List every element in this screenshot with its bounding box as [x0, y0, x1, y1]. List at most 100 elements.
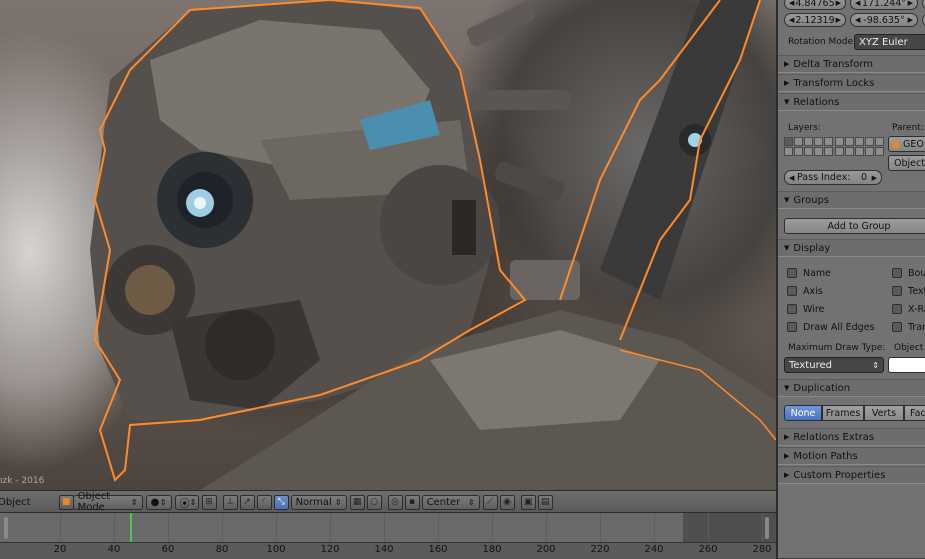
rotate-icon[interactable]: ◜ — [256, 494, 272, 510]
display-axis-label: Axis — [803, 286, 823, 297]
timeline-ruler-label: 100 — [266, 544, 286, 555]
display-xray-label: X-Ra — [908, 304, 925, 315]
collapsed-triangle-icon: ▶ — [784, 60, 790, 68]
panel-delta-transform[interactable]: ▶ Delta Transform — [778, 55, 925, 73]
display-transparency-checkbox[interactable] — [892, 322, 902, 332]
camera-icon[interactable]: ▤ — [537, 494, 553, 510]
timeline-ruler-label: 280 — [752, 544, 772, 555]
panel-custom-properties[interactable]: ▶ Custom Properties — [778, 466, 925, 484]
display-wire-checkbox[interactable] — [787, 304, 797, 314]
display-axis-checkbox[interactable] — [787, 286, 797, 296]
manipulator-toggle-icon[interactable]: ⊞ — [201, 494, 217, 510]
timeline[interactable]: 20 40 60 80 100 120 140 160 180 200 220 240 260 280 — [0, 512, 776, 559]
collapsed-triangle-icon: ▶ — [784, 452, 790, 460]
snap-target-dropdown[interactable]: Center ⇕ — [421, 494, 480, 510]
dropdown-arrow-icon: ⇕ — [130, 497, 138, 507]
panel-title: Motion Paths — [793, 450, 858, 462]
panel-transform-locks[interactable]: ▶ Transform Locks — [778, 74, 925, 92]
3d-viewport[interactable]: ızk - 2016 — [0, 0, 776, 490]
timeline-gridline — [330, 513, 331, 543]
collapsed-triangle-icon: ▶ — [784, 79, 790, 87]
render-preview-icon[interactable]: ▣ — [520, 494, 536, 510]
layer-grid-right[interactable] — [835, 137, 884, 156]
timeline-gridline — [168, 513, 169, 543]
snap-rotation-icon[interactable]: ◉ — [499, 494, 515, 510]
display-draw-all-edges-label: Draw All Edges — [803, 322, 875, 333]
timeline-gridline — [222, 513, 223, 543]
proportional-edit-icon[interactable]: ◎ — [387, 494, 403, 510]
timeline-gridline — [546, 513, 547, 543]
location-y-field[interactable]: ◀ 4.84765 ▶ — [784, 0, 846, 10]
location-z-value: 2.12319 — [795, 14, 835, 26]
translate-icon[interactable]: ↗ — [239, 494, 255, 510]
duplication-verts-button[interactable]: Verts — [864, 405, 904, 421]
transform-axis-icon[interactable]: ⟂ — [222, 494, 238, 510]
orientation-dropdown[interactable]: Normal ⇕ — [290, 494, 347, 510]
collapsed-triangle-icon: ▶ — [784, 471, 790, 479]
panel-relations[interactable]: ▼ Relations — [778, 93, 925, 111]
display-xray-checkbox[interactable] — [892, 304, 902, 314]
panel-motion-paths[interactable]: ▶ Motion Paths — [778, 447, 925, 465]
pass-index-field[interactable]: ◀ Pass Index: 0 ▶ — [784, 170, 882, 185]
duplication-none-button[interactable]: None — [784, 405, 822, 421]
parent-type-dropdown[interactable]: Object — [888, 155, 925, 171]
display-name-checkbox[interactable] — [787, 268, 797, 278]
render-watermark: ızk - 2016 — [0, 476, 45, 486]
timeline-track[interactable] — [0, 512, 776, 543]
timeline-gridline — [276, 513, 277, 543]
panel-relations-extras[interactable]: ▶ Relations Extras — [778, 428, 925, 446]
pivot-point-dropdown[interactable]: ⦿ ⇕ — [174, 494, 199, 510]
collapsed-triangle-icon: ▶ — [784, 433, 790, 441]
duplication-faces-label: Fac — [910, 407, 925, 419]
display-bounds-checkbox[interactable] — [892, 268, 902, 278]
duplication-frames-button[interactable]: Frames — [822, 405, 864, 421]
timeline-ruler-label: 240 — [644, 544, 664, 555]
timeline-gridline — [438, 513, 439, 543]
display-texture-space-checkbox[interactable] — [892, 286, 902, 296]
location-y-value: 4.84765 — [795, 0, 835, 9]
timeline-ruler-label: 180 — [482, 544, 502, 555]
panel-title: Duplication — [793, 382, 851, 394]
snap-align-icon[interactable]: ⟋ — [482, 494, 498, 510]
rotation-y-field[interactable]: ◀ 171.244° ▶ — [850, 0, 918, 10]
timeline-gridline — [600, 513, 601, 543]
expanded-triangle-icon: ▼ — [784, 384, 790, 392]
timeline-ruler-label: 220 — [590, 544, 610, 555]
panel-title: Transform Locks — [793, 77, 875, 89]
parent-field[interactable]: ■ GEO — [888, 136, 925, 152]
timeline-scrollbar-left[interactable] — [4, 517, 8, 539]
display-bounds-label: Bour — [908, 268, 925, 279]
add-to-group-button[interactable]: Add to Group — [784, 218, 925, 234]
display-draw-all-edges-checkbox[interactable] — [787, 322, 797, 332]
timeline-gridline — [384, 513, 385, 543]
cube-icon[interactable]: ■ — [58, 494, 74, 510]
rotation-mode-dropdown[interactable]: XYZ Euler — [854, 34, 925, 50]
timeline-gridline — [654, 513, 655, 543]
scale-icon[interactable]: ⤡ — [273, 494, 289, 510]
layer-grid-left[interactable] — [784, 137, 833, 156]
rotation-z-field[interactable]: ◀ -98.635° ▶ — [850, 13, 918, 27]
current-frame-cursor[interactable] — [130, 513, 133, 543]
location-z-field[interactable]: ◀ 2.12319 ▶ — [784, 13, 846, 27]
panel-display[interactable]: ▼ Display — [778, 239, 925, 257]
timeline-scrollbar-right[interactable] — [765, 517, 769, 539]
object-menu[interactable]: Object — [0, 497, 31, 508]
mode-dropdown[interactable]: Object Mode ⇕ — [72, 491, 143, 513]
duplication-verts-label: Verts — [871, 407, 897, 419]
max-draw-type-dropdown[interactable]: Textured ⇕ — [784, 357, 884, 373]
rotation-mode-label: Rotation Mode: — [788, 37, 857, 47]
timeline-gridline — [60, 513, 61, 543]
object-color-swatch[interactable] — [888, 357, 925, 373]
panel-groups[interactable]: ▼ Groups — [778, 191, 925, 209]
panel-duplication[interactable]: ▼ Duplication — [778, 379, 925, 397]
viewport-shading-dropdown[interactable]: ● ⇕ — [145, 494, 172, 510]
snap-toggle-icon[interactable]: ▪ — [404, 494, 420, 510]
display-transparency-label: Tran — [908, 322, 925, 333]
layers-label: Layers: — [788, 123, 821, 133]
duplication-none-label: None — [790, 407, 816, 419]
add-to-group-label: Add to Group — [827, 220, 891, 232]
layer-icon[interactable]: ▦ — [349, 494, 365, 510]
render-layer-icon[interactable]: ○ — [366, 494, 382, 510]
duplication-faces-button[interactable]: Fac — [904, 405, 925, 421]
expanded-triangle-icon: ▼ — [784, 196, 790, 204]
